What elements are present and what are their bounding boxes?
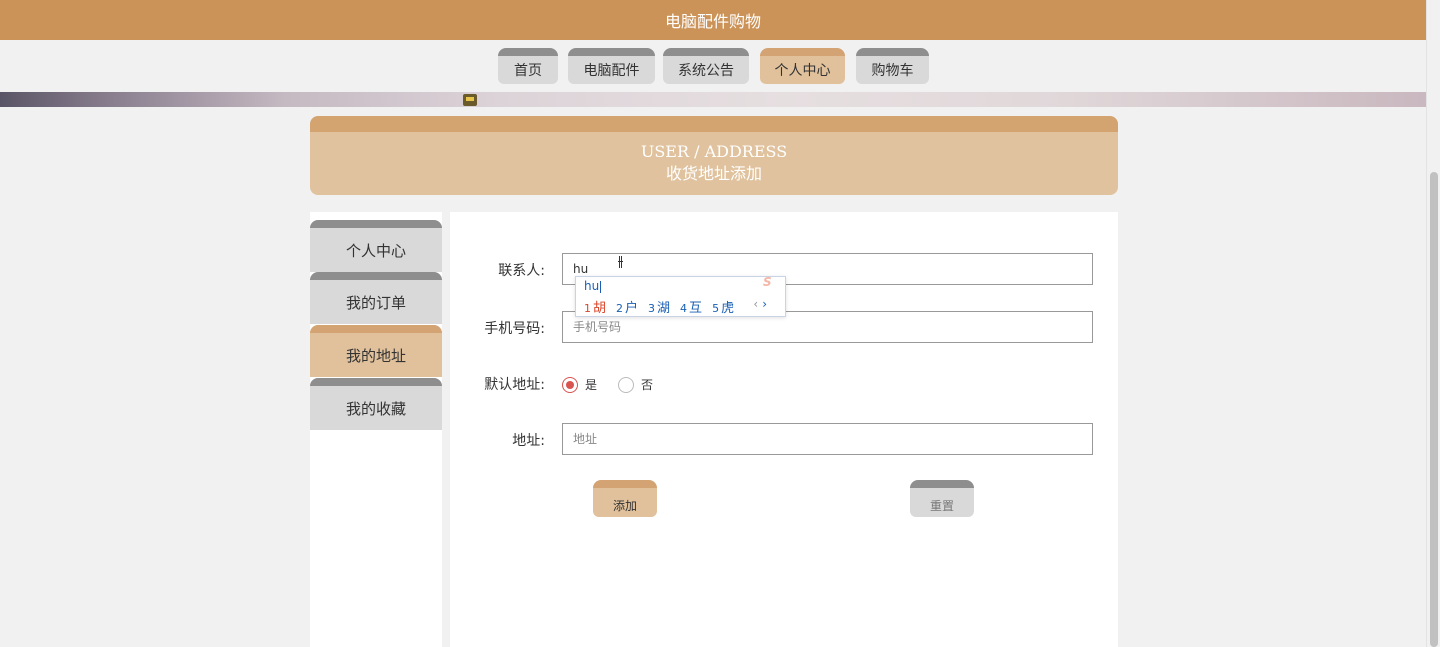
page-title-en: USER / ADDRESS: [640, 142, 788, 161]
sidebar-item-label: 我的地址: [345, 346, 406, 365]
ime-prev-page-icon[interactable]: ‹: [753, 297, 758, 311]
ime-candidate-char: 虎: [721, 301, 735, 316]
default-address-no-option[interactable]: 否: [618, 376, 653, 393]
ime-next-page-icon[interactable]: ›: [762, 297, 767, 311]
sidebar-item-my-address[interactable]: 我的地址: [310, 325, 442, 377]
sidebar-item-label: 我的订单: [345, 293, 406, 312]
ime-candidate-char: 户: [625, 301, 639, 316]
ime-candidate-list: 1胡 2户 3湖 4互 5虎: [584, 297, 744, 316]
nav-tab-label: 购物车: [871, 63, 914, 79]
nav-tab-personal-center[interactable]: 个人中心: [760, 48, 845, 84]
ime-composition-text: hu: [584, 279, 600, 293]
contact-label: 联系人:: [498, 263, 545, 279]
page-title-cn: 收货地址添加: [665, 164, 762, 183]
ime-candidate[interactable]: 2户: [616, 297, 638, 316]
sidebar-item-my-orders[interactable]: 我的订单: [310, 272, 442, 324]
radio-label-yes: 是: [585, 378, 598, 392]
text-cursor-icon: [618, 256, 623, 268]
ime-candidate-number: 1: [584, 302, 591, 315]
site-title: 电脑配件购物: [664, 12, 761, 31]
ime-candidate-popup: hu 1胡 2户 3湖 4互 5虎 ‹ › S: [575, 275, 786, 317]
add-button[interactable]: 添加: [593, 480, 657, 517]
radio-checked-icon[interactable]: [562, 376, 578, 393]
nav-tab-label: 个人中心: [774, 63, 831, 79]
nav-tab-home[interactable]: 首页: [498, 48, 558, 84]
main-nav: 首页 电脑配件 系统公告 个人中心 购物车: [0, 40, 1426, 92]
sidebar-item-my-favorites[interactable]: 我的收藏: [310, 378, 442, 430]
ime-candidate[interactable]: 4互: [680, 297, 702, 316]
nav-tab-announcements[interactable]: 系统公告: [663, 48, 749, 84]
ime-candidate[interactable]: 5虎: [712, 297, 734, 316]
ime-candidate-char: 胡: [593, 301, 607, 316]
page-scrollbar[interactable]: [1426, 0, 1440, 647]
ime-candidate[interactable]: 1胡: [584, 297, 606, 316]
reset-button[interactable]: 重置: [910, 480, 974, 517]
ime-candidate-number: 5: [712, 302, 720, 315]
ime-candidate[interactable]: 3湖: [648, 297, 670, 316]
page-header: USER / ADDRESS 收货地址添加: [310, 116, 1118, 195]
nav-tab-label: 首页: [514, 63, 542, 79]
ime-page-arrows: ‹ ›: [753, 297, 767, 311]
ime-logo-icon: S: [763, 275, 772, 289]
site-title-bar: 电脑配件购物: [0, 0, 1426, 40]
address-label: 地址:: [512, 433, 545, 449]
banner-lamp-icon: [463, 94, 477, 106]
sidebar-item-label: 我的收藏: [345, 399, 406, 418]
reset-button-label: 重置: [929, 499, 954, 513]
phone-label: 手机号码:: [484, 321, 545, 337]
ime-caret-icon: [600, 280, 602, 293]
sidebar: 个人中心 我的订单 我的地址 我的收藏: [310, 212, 442, 647]
address-input[interactable]: [562, 423, 1093, 455]
radio-label-no: 否: [641, 378, 654, 392]
default-address-label: 默认地址:: [484, 377, 545, 393]
sidebar-item-label: 个人中心: [345, 241, 406, 260]
default-address-yes-option[interactable]: 是: [562, 376, 597, 393]
ime-candidate-number: 2: [616, 302, 624, 315]
nav-tab-label: 电脑配件: [583, 63, 640, 79]
nav-tab-computer-parts[interactable]: 电脑配件: [568, 48, 655, 84]
sidebar-item-personal-center[interactable]: 个人中心: [310, 220, 442, 272]
scrollbar-thumb[interactable]: [1430, 172, 1438, 647]
ime-candidate-number: 4: [680, 302, 688, 315]
banner-image: [0, 92, 1426, 107]
ime-candidate-char: 湖: [657, 301, 671, 316]
ime-composition: hu: [584, 279, 602, 293]
nav-tab-cart[interactable]: 购物车: [856, 48, 929, 84]
ime-candidate-char: 互: [689, 301, 703, 316]
ime-candidate-number: 3: [648, 302, 656, 315]
radio-unchecked-icon[interactable]: [618, 376, 634, 393]
nav-tab-label: 系统公告: [678, 63, 734, 79]
add-button-label: 添加: [612, 499, 637, 513]
